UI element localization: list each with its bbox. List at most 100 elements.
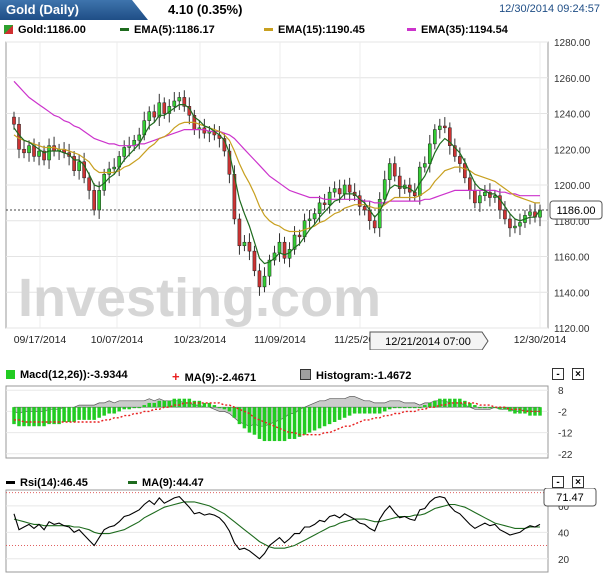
candle-body xyxy=(518,222,522,227)
candle-body xyxy=(22,149,26,154)
y-tick-label: 1200.00 xyxy=(554,181,591,192)
candle-body xyxy=(97,190,101,211)
candle-body xyxy=(432,129,437,145)
candle-body xyxy=(387,163,392,180)
candle-body xyxy=(473,190,477,204)
y-tick-label: 1240.00 xyxy=(554,110,591,121)
macd-bar xyxy=(117,407,121,412)
candle-body xyxy=(427,143,432,164)
macd-bar xyxy=(262,407,267,442)
title-bar: Gold (Daily) 4.10 (0.35%) 12/30/2014 09:… xyxy=(0,0,604,20)
macd-bar xyxy=(347,407,352,416)
macd-bar xyxy=(132,407,136,409)
candle-body xyxy=(422,163,427,168)
candle-body xyxy=(137,134,142,141)
candle-body xyxy=(107,168,111,175)
legend-macd-ma: + MA(9):-2.4671 xyxy=(172,369,257,384)
candle-body xyxy=(37,150,41,157)
x-tick-label: 10/23/2014 xyxy=(174,334,227,346)
candle-body xyxy=(162,102,167,114)
macd-bar xyxy=(342,407,347,418)
candle-body xyxy=(282,241,287,259)
candle-body xyxy=(458,156,462,164)
candle-body xyxy=(332,188,337,193)
close-button[interactable]: × xyxy=(572,368,584,380)
macd-bar xyxy=(12,407,16,425)
y-tick-label: 8 xyxy=(558,386,564,397)
macd-bar xyxy=(72,407,76,422)
timestamp: 12/30/2014 09:24:57 xyxy=(499,3,600,15)
macd-bar xyxy=(297,407,302,437)
x-tick-label: 10/07/2014 xyxy=(91,334,144,346)
price-chart[interactable]: 1280.001260.001240.001220.001200.001180.… xyxy=(0,38,604,350)
macd-bar xyxy=(372,407,377,414)
macd-bar xyxy=(413,407,417,409)
y-tick-label: 1260.00 xyxy=(554,74,591,85)
macd-bar xyxy=(277,407,282,442)
macd-bar xyxy=(232,407,237,418)
candle-body xyxy=(322,202,327,205)
macd-bar xyxy=(418,407,422,409)
plus-icon: + xyxy=(172,369,180,384)
candle-body xyxy=(337,188,342,195)
candle-body xyxy=(392,163,397,177)
line-swatch-icon xyxy=(120,28,129,31)
close-button[interactable]: × xyxy=(572,476,584,488)
candle-body xyxy=(317,202,322,214)
macd-bar xyxy=(433,400,437,408)
y-tick-label: 1220.00 xyxy=(554,145,591,156)
macd-bar xyxy=(257,407,262,439)
candle-body xyxy=(528,211,532,216)
macd-bar xyxy=(32,407,36,427)
macd-legend: Macd(12,26)):-3.9344 + MA(9):-2.4671 Hist… xyxy=(0,366,604,384)
macd-bar xyxy=(22,407,26,427)
macd-bar xyxy=(227,407,232,412)
candle-body xyxy=(513,225,517,229)
macd-bar xyxy=(272,407,277,442)
y-tick-label: -22 xyxy=(558,450,573,461)
candle-body xyxy=(438,125,442,130)
macd-bar xyxy=(287,407,292,439)
macd-bar xyxy=(112,407,116,414)
macd-bar xyxy=(147,402,152,408)
candlestick-icon xyxy=(4,25,13,34)
macd-bar xyxy=(513,407,517,414)
macd-bar xyxy=(142,405,147,408)
square-swatch-icon xyxy=(6,370,15,379)
macd-bar xyxy=(97,407,101,418)
macd-bar xyxy=(302,407,307,435)
candle-body xyxy=(87,177,91,191)
candle-body xyxy=(463,163,467,179)
macd-bar xyxy=(282,407,287,442)
minimize-button[interactable]: - xyxy=(552,368,564,380)
candle-body xyxy=(237,218,242,247)
macd-bar xyxy=(177,398,182,408)
macd-bar xyxy=(192,400,197,408)
macd-bar xyxy=(327,407,332,425)
crosshair-label: 12/21/2014 07:00 xyxy=(385,336,471,348)
macd-bar xyxy=(37,407,41,427)
macd-bar xyxy=(392,407,397,409)
macd-bar xyxy=(352,407,357,414)
y-tick-label: 20 xyxy=(558,555,570,566)
macd-bar xyxy=(312,407,317,431)
macd-chart[interactable]: 8 -2 -12 -22 xyxy=(0,384,604,464)
macd-bar xyxy=(27,407,31,427)
y-tick-label: 1160.00 xyxy=(554,253,590,264)
y-tick-label: 1140.00 xyxy=(554,288,590,299)
macd-bar xyxy=(382,407,387,412)
price-legend: Gold:1186.00 EMA(5):1186.17 EMA(15):1190… xyxy=(0,21,604,39)
macd-bar xyxy=(397,407,402,409)
minimize-button[interactable]: - xyxy=(552,476,564,488)
macd-bar xyxy=(77,407,81,420)
macd-bar xyxy=(217,407,222,409)
macd-bar xyxy=(483,407,487,409)
macd-bar xyxy=(407,407,412,409)
rsi-chart[interactable]: 60402071.47 xyxy=(0,488,604,574)
macd-bar xyxy=(518,407,522,414)
candle-body xyxy=(32,145,36,157)
candle-body xyxy=(77,161,81,171)
macd-bar xyxy=(473,405,477,408)
candle-body xyxy=(307,218,312,221)
macd-bar xyxy=(162,400,167,408)
